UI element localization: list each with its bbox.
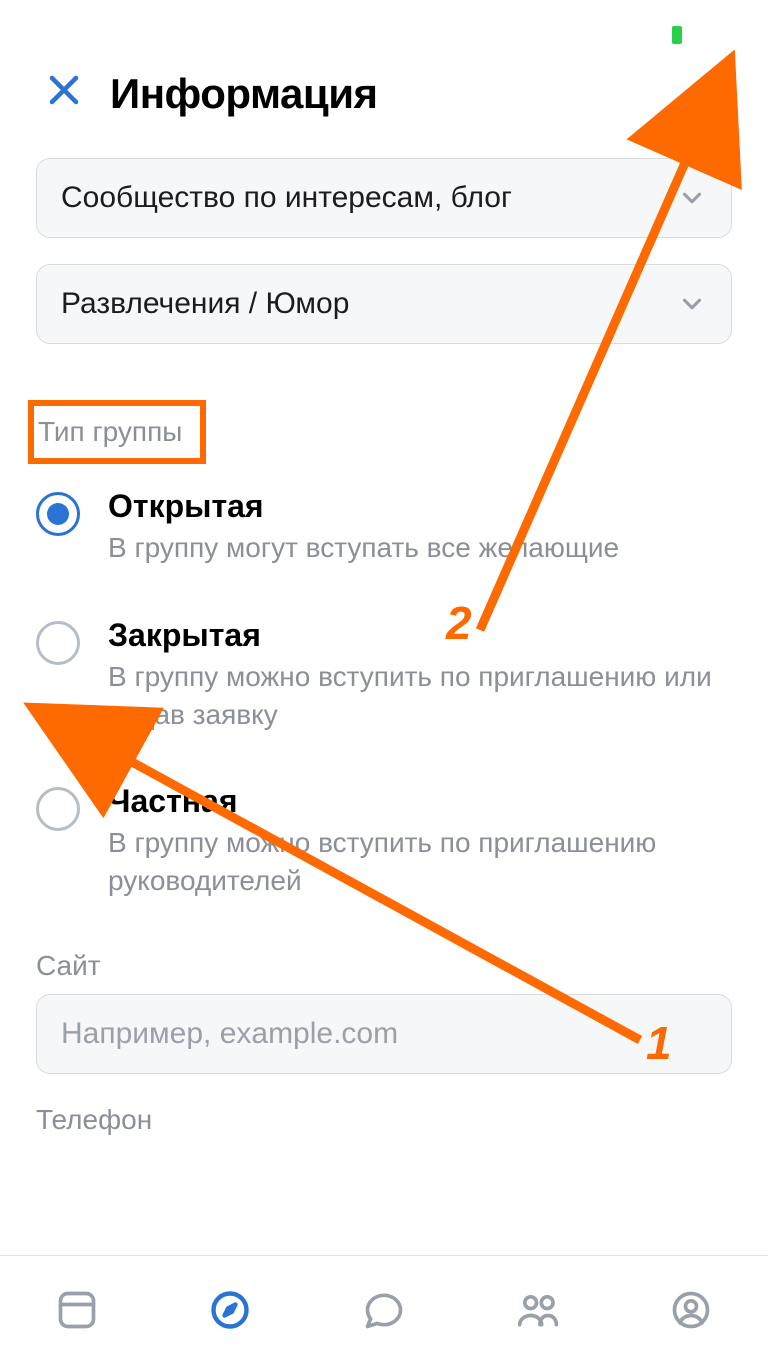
page-title: Информация <box>110 70 664 118</box>
radio-indicator <box>36 492 80 536</box>
chevron-down-icon <box>677 183 707 213</box>
radio-indicator <box>36 787 80 831</box>
radio-desc: В группу могут вступать все желающие <box>108 529 619 567</box>
annotation-number-2: 2 <box>446 596 472 650</box>
site-input[interactable] <box>36 994 732 1074</box>
close-button[interactable] <box>46 72 82 116</box>
confirm-button[interactable] <box>692 74 732 114</box>
status-battery-indicator <box>672 26 682 44</box>
radio-desc: В группу можно вступить по приглашению р… <box>108 824 728 900</box>
nav-profile[interactable] <box>662 1281 720 1339</box>
annotation-number-1: 1 <box>646 1016 672 1070</box>
category-select[interactable]: Развлечения / Юмор <box>36 264 732 344</box>
phone-field-label: Телефон <box>36 1104 732 1136</box>
radio-title: Частная <box>108 783 728 820</box>
radio-title: Открытая <box>108 488 619 525</box>
radio-indicator <box>36 621 80 665</box>
radio-option-closed[interactable]: Закрытая В группу можно вступить по приг… <box>36 617 732 734</box>
group-type-section-label: Тип группы <box>28 400 206 464</box>
site-field-label: Сайт <box>36 950 732 982</box>
bottom-nav <box>0 1255 768 1363</box>
nav-friends[interactable] <box>509 1281 567 1339</box>
radio-option-open[interactable]: Открытая В группу могут вступать все жел… <box>36 488 732 567</box>
radio-desc: В группу можно вступить по приглашению и… <box>108 658 728 734</box>
nav-discover[interactable] <box>201 1281 259 1339</box>
header: Информация <box>0 0 768 158</box>
radio-option-private[interactable]: Частная В группу можно вступить по пригл… <box>36 783 732 900</box>
community-type-select[interactable]: Сообщество по интересам, блог <box>36 158 732 238</box>
nav-messages[interactable] <box>355 1281 413 1339</box>
radio-title: Закрытая <box>108 617 728 654</box>
category-value: Развлечения / Юмор <box>61 287 349 321</box>
community-type-value: Сообщество по интересам, блог <box>61 181 512 215</box>
nav-feed[interactable] <box>48 1281 106 1339</box>
chevron-down-icon <box>677 289 707 319</box>
